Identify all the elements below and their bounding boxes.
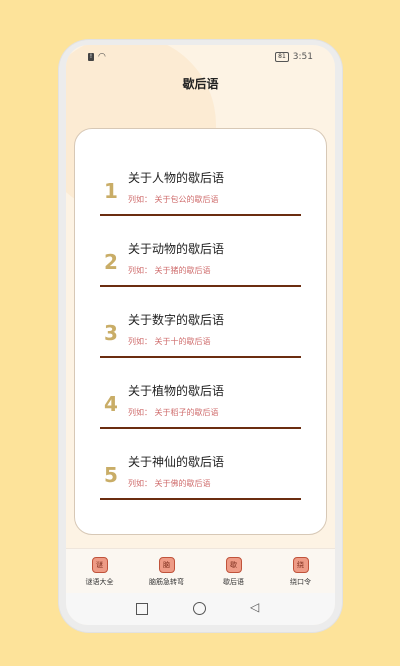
- item-example: 列如： 关于佛的歇后语: [128, 479, 211, 488]
- wifi-icon: ◠: [98, 52, 106, 62]
- home-icon[interactable]: [193, 602, 206, 615]
- status-bar: ! ◠ 81 3:51: [66, 50, 335, 66]
- item-example: 列如： 关于稻子的歇后语: [128, 408, 219, 417]
- item-title: 关于神仙的歇后语: [128, 455, 225, 469]
- tab-brain-teasers[interactable]: 脑 脑筋急转弯: [133, 557, 200, 587]
- status-time: 3:51: [292, 52, 313, 62]
- bottom-tab-bar: 谜 谜语大全 脑 脑筋急转弯 歇 歇后语 绕 绕口令: [66, 548, 335, 594]
- item-number: 1: [104, 179, 118, 203]
- item-title: 关于数字的歇后语: [128, 313, 225, 327]
- item-number: 4: [104, 392, 118, 416]
- tab-label: 绕口令: [290, 578, 311, 586]
- item-title: 关于植物的歇后语: [128, 384, 225, 398]
- battery-icon: 81: [275, 52, 289, 62]
- category-card: 1 关于人物的歇后语 列如： 关于包公的歇后语 2 关于动物的歇后语 列如： 关…: [74, 128, 327, 535]
- item-example: 列如： 关于包公的歇后语: [128, 195, 219, 204]
- recent-apps-icon[interactable]: [136, 603, 148, 615]
- tab-xiehouyu[interactable]: 歇 歇后语: [200, 557, 267, 587]
- back-icon[interactable]: ◁: [250, 600, 264, 614]
- riddles-icon: 谜: [91, 557, 108, 573]
- status-left: ! ◠: [88, 52, 106, 62]
- tab-riddles[interactable]: 谜 谜语大全: [66, 557, 133, 587]
- item-number: 2: [104, 250, 118, 274]
- system-nav-bar: ◁: [66, 593, 335, 625]
- tongue-twisters-icon: 绕: [292, 557, 309, 573]
- tab-tongue-twisters[interactable]: 绕 绕口令: [267, 557, 334, 587]
- divider: [100, 427, 301, 429]
- list-item[interactable]: 1 关于人物的歇后语 列如： 关于包公的歇后语: [75, 159, 326, 230]
- tab-label: 谜语大全: [85, 578, 114, 586]
- item-title: 关于人物的歇后语: [128, 171, 225, 185]
- page-title: 歇后语: [182, 77, 219, 91]
- list-item[interactable]: 4 关于植物的歇后语 列如： 关于稻子的歇后语: [75, 372, 326, 443]
- brain-teasers-icon: 脑: [158, 557, 175, 573]
- item-number: 3: [104, 321, 118, 345]
- list-item[interactable]: 2 关于动物的歇后语 列如： 关于猪的歇后语: [75, 230, 326, 301]
- item-example: 列如： 关于十的歇后语: [128, 337, 211, 346]
- item-number: 5: [104, 463, 118, 487]
- divider: [100, 356, 301, 358]
- tab-label: 脑筋急转弯: [149, 578, 184, 586]
- item-title: 关于动物的歇后语: [128, 242, 225, 256]
- xiehouyu-icon: 歇: [225, 557, 242, 573]
- tab-label: 歇后语: [223, 578, 244, 586]
- status-right: 81 3:51: [275, 52, 313, 62]
- item-example: 列如： 关于猪的歇后语: [128, 266, 211, 275]
- list-item[interactable]: 3 关于数字的歇后语 列如： 关于十的歇后语: [75, 301, 326, 372]
- list-item[interactable]: 5 关于神仙的歇后语 列如： 关于佛的歇后语: [75, 443, 326, 514]
- app-screen: ! ◠ 81 3:51 歇后语 1 关于人物的歇后语 列如： 关于包公的歇后语 …: [66, 45, 335, 625]
- divider: [100, 498, 301, 500]
- divider: [100, 285, 301, 287]
- sim-alert-icon: !: [88, 53, 94, 61]
- divider: [100, 214, 301, 216]
